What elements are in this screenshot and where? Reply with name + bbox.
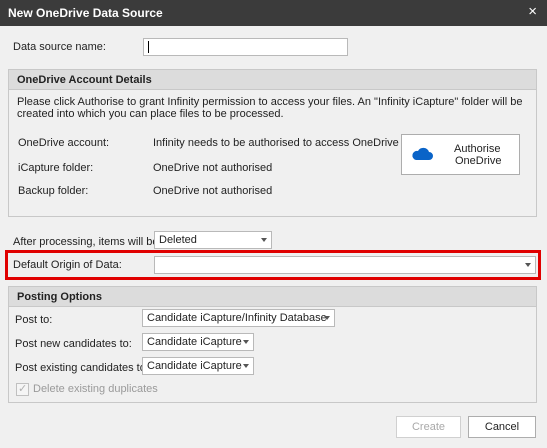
chevron-down-icon [525, 263, 531, 267]
onedrive-cloud-icon [412, 147, 433, 160]
delete-duplicates-label: Delete existing duplicates [33, 383, 158, 395]
icapture-folder-value: OneDrive not authorised [153, 162, 273, 174]
chevron-down-icon [324, 316, 330, 320]
default-origin-label: Default Origin of Data: [13, 259, 122, 271]
onedrive-account-group: OneDrive Account Details Please click Au… [8, 69, 537, 217]
checkmark-icon: ✓ [18, 383, 28, 395]
posting-options-header: Posting Options [9, 287, 536, 307]
default-origin-select[interactable] [154, 256, 536, 274]
onedrive-account-header: OneDrive Account Details [9, 70, 536, 90]
backup-folder-label: Backup folder: [18, 185, 89, 197]
onedrive-account-label: OneDrive account: [18, 137, 110, 149]
authorise-label-line1: Authorise [454, 143, 501, 155]
text-caret [148, 41, 149, 53]
posting-options-group: Posting Options Post to: Candidate iCapt… [8, 286, 537, 403]
after-processing-select[interactable]: Deleted [154, 231, 272, 249]
chevron-down-icon [243, 364, 249, 368]
post-existing-label: Post existing candidates to: [15, 362, 149, 374]
title-bar: New OneDrive Data Source × [0, 0, 547, 26]
after-processing-value: Deleted [159, 234, 197, 246]
chevron-down-icon [243, 340, 249, 344]
authorise-label-line2: OneDrive [455, 155, 502, 167]
backup-folder-value: OneDrive not authorised [153, 185, 273, 197]
post-to-select[interactable]: Candidate iCapture/Infinity Database [142, 309, 335, 327]
delete-duplicates-checkbox[interactable]: ✓ [16, 383, 29, 396]
chevron-down-icon [261, 238, 267, 242]
post-new-value: Candidate iCapture [147, 336, 242, 348]
cancel-button[interactable]: Cancel [468, 416, 536, 438]
create-button[interactable]: Create [396, 416, 461, 438]
post-existing-value: Candidate iCapture [147, 360, 242, 372]
onedrive-account-value: Infinity needs to be authorised to acces… [153, 137, 399, 149]
after-processing-label: After processing, items will be [13, 236, 159, 248]
data-source-name-input[interactable] [143, 38, 348, 56]
post-to-label: Post to: [15, 314, 53, 326]
authorise-description: Please click Authorise to grant Infinity… [17, 96, 523, 120]
close-icon[interactable]: × [528, 4, 537, 20]
post-to-value: Candidate iCapture/Infinity Database [147, 312, 327, 324]
post-new-select[interactable]: Candidate iCapture [142, 333, 254, 351]
post-new-label: Post new candidates to: [15, 338, 132, 350]
post-existing-select[interactable]: Candidate iCapture [142, 357, 254, 375]
icapture-folder-label: iCapture folder: [18, 162, 94, 174]
data-source-name-label: Data source name: [13, 41, 106, 53]
authorise-onedrive-button[interactable]: Authorise OneDrive [401, 134, 520, 175]
dialog-title: New OneDrive Data Source [8, 6, 163, 20]
